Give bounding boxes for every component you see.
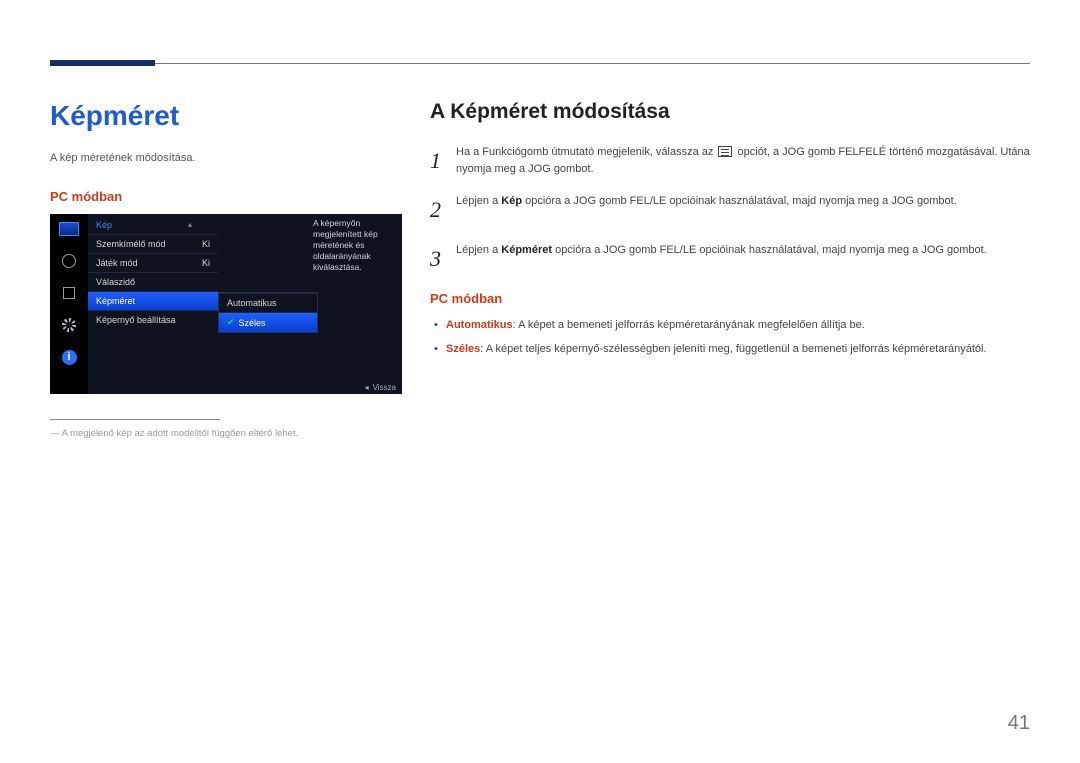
osd-item-value: Ki xyxy=(202,239,210,249)
osd-menu-title: Kép xyxy=(88,218,218,234)
osd-dropdown-label: Széles xyxy=(239,318,266,328)
osd-item: Képernyő beállítása xyxy=(88,310,218,329)
bullet-text: : A képet a bemeneti jelforrás képméreta… xyxy=(513,319,865,331)
step-keyword: Képméret xyxy=(501,244,552,256)
osd-dropdown-label: Automatikus xyxy=(227,298,277,308)
right-heading: A Képméret módosítása xyxy=(430,100,1030,124)
chevron-left-icon: ◂ xyxy=(365,383,369,392)
step-text: Lépjen a xyxy=(456,244,501,256)
list-item: Széles: A képet teljes képernyő-szélessé… xyxy=(432,342,1030,358)
step-text: opcióra a JOG gomb FEL/LE opcióinak hasz… xyxy=(552,244,987,256)
mode-title-right: PC módban xyxy=(430,291,1030,306)
list-item: Automatikus: A képet a bemeneti jelforrá… xyxy=(432,318,1030,334)
mode-title-left: PC módban xyxy=(50,189,400,204)
step-body: Lépjen a Képméret opcióra a JOG gomb FEL… xyxy=(456,242,1030,275)
footnote: ― A megjelenő kép az adott modelltől füg… xyxy=(50,428,400,439)
right-column: A Képméret módosítása 1 Ha a Funkciógomb… xyxy=(430,100,1030,439)
osd-main: Kép ▴ Szemkímélő mód Ki Játék mód Ki Válas… xyxy=(88,214,402,394)
bullet-label: Széles xyxy=(446,343,480,355)
step-body: Ha a Funkciógomb útmutató megjelenik, vá… xyxy=(456,144,1030,177)
osd-item: Játék mód Ki xyxy=(88,253,218,272)
page-content: Képméret A kép méretének módosítása. PC … xyxy=(50,100,1030,439)
osd-back-label: Vissza xyxy=(373,383,396,392)
osd-item-label: Játék mód xyxy=(96,258,138,268)
page-number: 41 xyxy=(1008,712,1030,735)
brightness-icon xyxy=(58,252,80,270)
header-accent-bar xyxy=(50,60,155,66)
bullet-label: Automatikus xyxy=(446,319,513,331)
left-column: Képméret A kép méretének módosítása. PC … xyxy=(50,100,430,439)
chevron-up-icon: ▴ xyxy=(188,220,192,229)
step-text: Ha a Funkciógomb útmutató megjelenik, vá… xyxy=(456,146,716,158)
osd-screenshot: i Kép ▴ Szemkímélő mód Ki Játék mód Ki Vál… xyxy=(50,214,402,394)
bullet-list: Automatikus: A képet a bemeneti jelforrá… xyxy=(430,318,1030,358)
header-rule xyxy=(155,63,1030,64)
monitor-icon xyxy=(58,220,80,238)
info-icon: i xyxy=(58,348,80,366)
osd-footer: ◂ Vissza xyxy=(365,383,396,392)
osd-item-label: Képméret xyxy=(96,296,135,306)
step-number: 1 xyxy=(430,144,456,177)
osd-sidebar: i xyxy=(50,214,88,394)
footnote-separator xyxy=(50,419,220,420)
osd-item-label: Szemkímélő mód xyxy=(96,239,166,249)
osd-description: A képernyőn megjelenített kép méretének … xyxy=(313,218,398,273)
step-body: Lépjen a Kép opcióra a JOG gomb FEL/LE o… xyxy=(456,193,1030,226)
step-keyword: Kép xyxy=(501,195,522,207)
osd-dropdown-item-selected: ✔ Széles xyxy=(219,312,317,332)
menu-icon xyxy=(718,146,732,157)
section-title: Képméret xyxy=(50,100,400,132)
step-3: 3 Lépjen a Képméret opcióra a JOG gomb F… xyxy=(430,242,1030,275)
step-text: opcióra a JOG gomb FEL/LE opcióinak hasz… xyxy=(522,195,957,207)
osd-item-label: Képernyő beállítása xyxy=(96,315,176,325)
step-2: 2 Lépjen a Kép opcióra a JOG gomb FEL/LE… xyxy=(430,193,1030,226)
osd-right-panel: A képernyőn megjelenített kép méretének … xyxy=(218,214,402,394)
osd-item-value: Ki xyxy=(202,258,210,268)
osd-item: Szemkímélő mód Ki xyxy=(88,234,218,253)
settings-gear-icon xyxy=(58,316,80,334)
osd-dropdown: Automatikus ✔ Széles xyxy=(218,292,318,333)
osd-item-label: Válaszidő xyxy=(96,277,135,287)
osd-dropdown-item: Automatikus xyxy=(219,293,317,312)
step-number: 2 xyxy=(430,193,456,226)
step-text: Lépjen a xyxy=(456,195,501,207)
bullet-text: : A képet teljes képernyő-szélességben j… xyxy=(480,343,986,355)
section-description: A kép méretének módosítása. xyxy=(50,152,400,164)
check-icon: ✔ xyxy=(227,317,235,328)
pip-icon xyxy=(58,284,80,302)
step-number: 3 xyxy=(430,242,456,275)
osd-menu: Kép ▴ Szemkímélő mód Ki Játék mód Ki Válas… xyxy=(88,214,218,394)
osd-item-selected: Képméret xyxy=(88,291,218,310)
step-1: 1 Ha a Funkciógomb útmutató megjelenik, … xyxy=(430,144,1030,177)
osd-item: Válaszidő xyxy=(88,272,218,291)
